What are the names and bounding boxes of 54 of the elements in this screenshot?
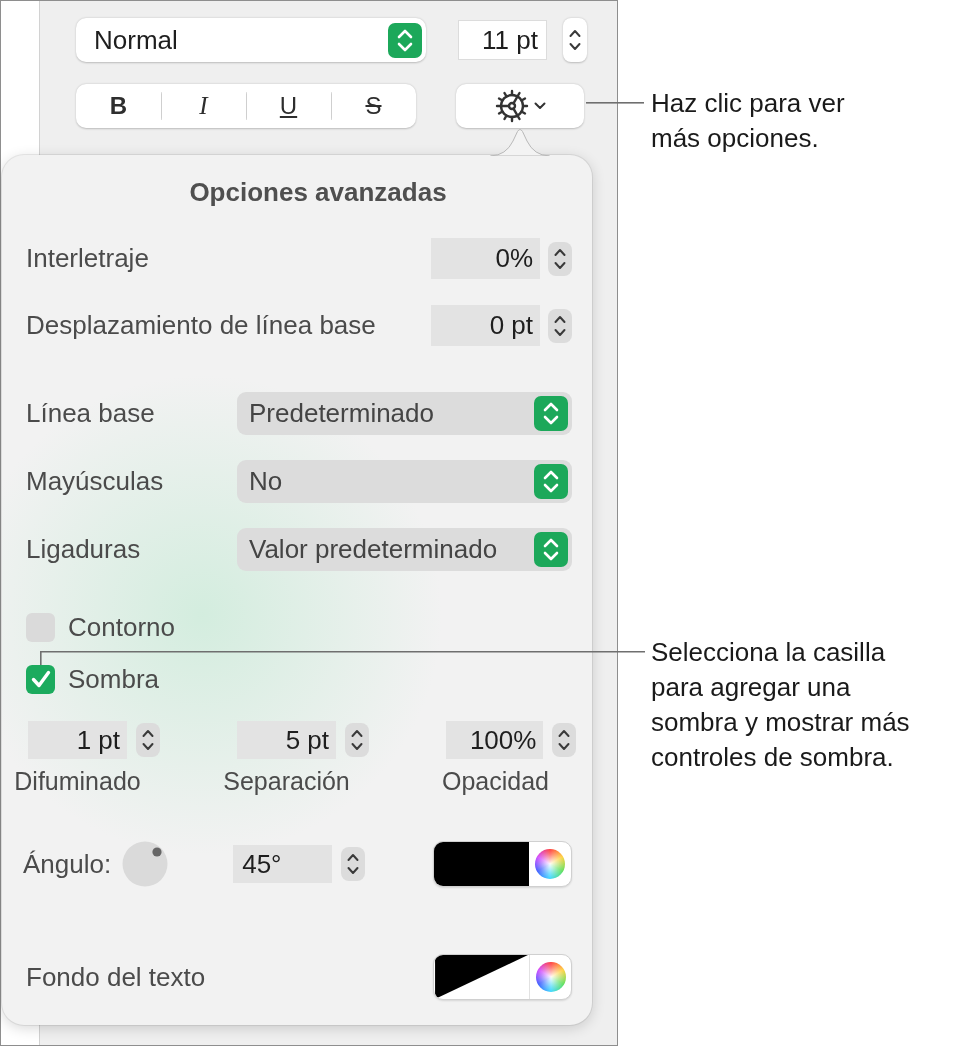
number-field[interactable]: 45°	[233, 845, 333, 883]
popup-button[interactable]: Valor predeterminado	[237, 528, 572, 571]
checkbox-label[interactable]: Sombra	[68, 663, 160, 695]
number-field[interactable]: 5 pt	[237, 721, 336, 759]
stepper[interactable]	[552, 723, 576, 757]
chevron-down-icon	[533, 102, 546, 110]
stepper[interactable]	[548, 308, 572, 343]
field-label: Interletraje	[26, 243, 149, 274]
chevron-up-down-icon	[142, 727, 154, 753]
popup-button[interactable]: Predeterminado	[237, 392, 572, 435]
number-field[interactable]: 0 pt	[431, 305, 540, 346]
gear-icon	[494, 89, 529, 123]
checkbox[interactable]	[26, 664, 55, 694]
chevron-up-down-icon	[388, 22, 422, 58]
stepper[interactable]	[341, 847, 366, 881]
checkmark-icon	[30, 670, 51, 688]
stepper[interactable]	[548, 241, 572, 276]
chevron-up-down-icon	[558, 727, 571, 753]
paragraph-style-popup[interactable]: Normal	[76, 18, 426, 62]
field-label: Mayúsculas	[26, 466, 164, 497]
angle-dial[interactable]	[122, 841, 169, 887]
field-label: Ángulo:	[23, 848, 112, 880]
chevron-up-down-icon	[351, 727, 363, 753]
number-field[interactable]: 1 pt	[28, 721, 127, 759]
callout-text: Selecciona la casilla para agregar una sombra y mostrar más controles de sombra.	[651, 636, 910, 774]
stepper[interactable]	[345, 723, 369, 757]
popup-button[interactable]: No	[237, 460, 572, 503]
color-wheel-icon	[535, 849, 565, 879]
number-field[interactable]: 100%	[446, 721, 544, 759]
stepper[interactable]	[136, 723, 160, 757]
bold-button[interactable]: B	[76, 84, 161, 128]
checkbox-label[interactable]: Contorno	[68, 611, 175, 643]
chevron-up-down-icon	[569, 27, 581, 53]
field-label: Fondo del texto	[26, 961, 206, 993]
number-field[interactable]: 0%	[431, 238, 540, 279]
field-label: Ligaduras	[26, 534, 141, 565]
field-label: Desplazamiento de línea base	[26, 310, 376, 341]
chevron-up-down-icon	[534, 396, 568, 431]
field-label: Opacidad	[442, 767, 549, 795]
chevron-up-down-icon	[534, 464, 568, 499]
chevron-up-down-icon	[534, 532, 568, 567]
field-label: Separación	[223, 767, 350, 795]
color-well[interactable]	[433, 841, 572, 887]
color-well[interactable]	[433, 954, 572, 1000]
font-size-field[interactable]: 11 pt	[458, 20, 547, 60]
options-button[interactable]	[456, 84, 584, 128]
field-label: Línea base	[26, 398, 155, 429]
leader-line	[586, 102, 644, 104]
callout-text: Haz clic para ver más opciones.	[651, 87, 845, 155]
stepper[interactable]	[563, 18, 587, 62]
color-wheel-icon	[535, 962, 566, 992]
chevron-up-down-icon	[347, 851, 360, 877]
popover-title: Opciones avanzadas	[188, 178, 448, 206]
field-label: Difuminado	[14, 767, 141, 795]
